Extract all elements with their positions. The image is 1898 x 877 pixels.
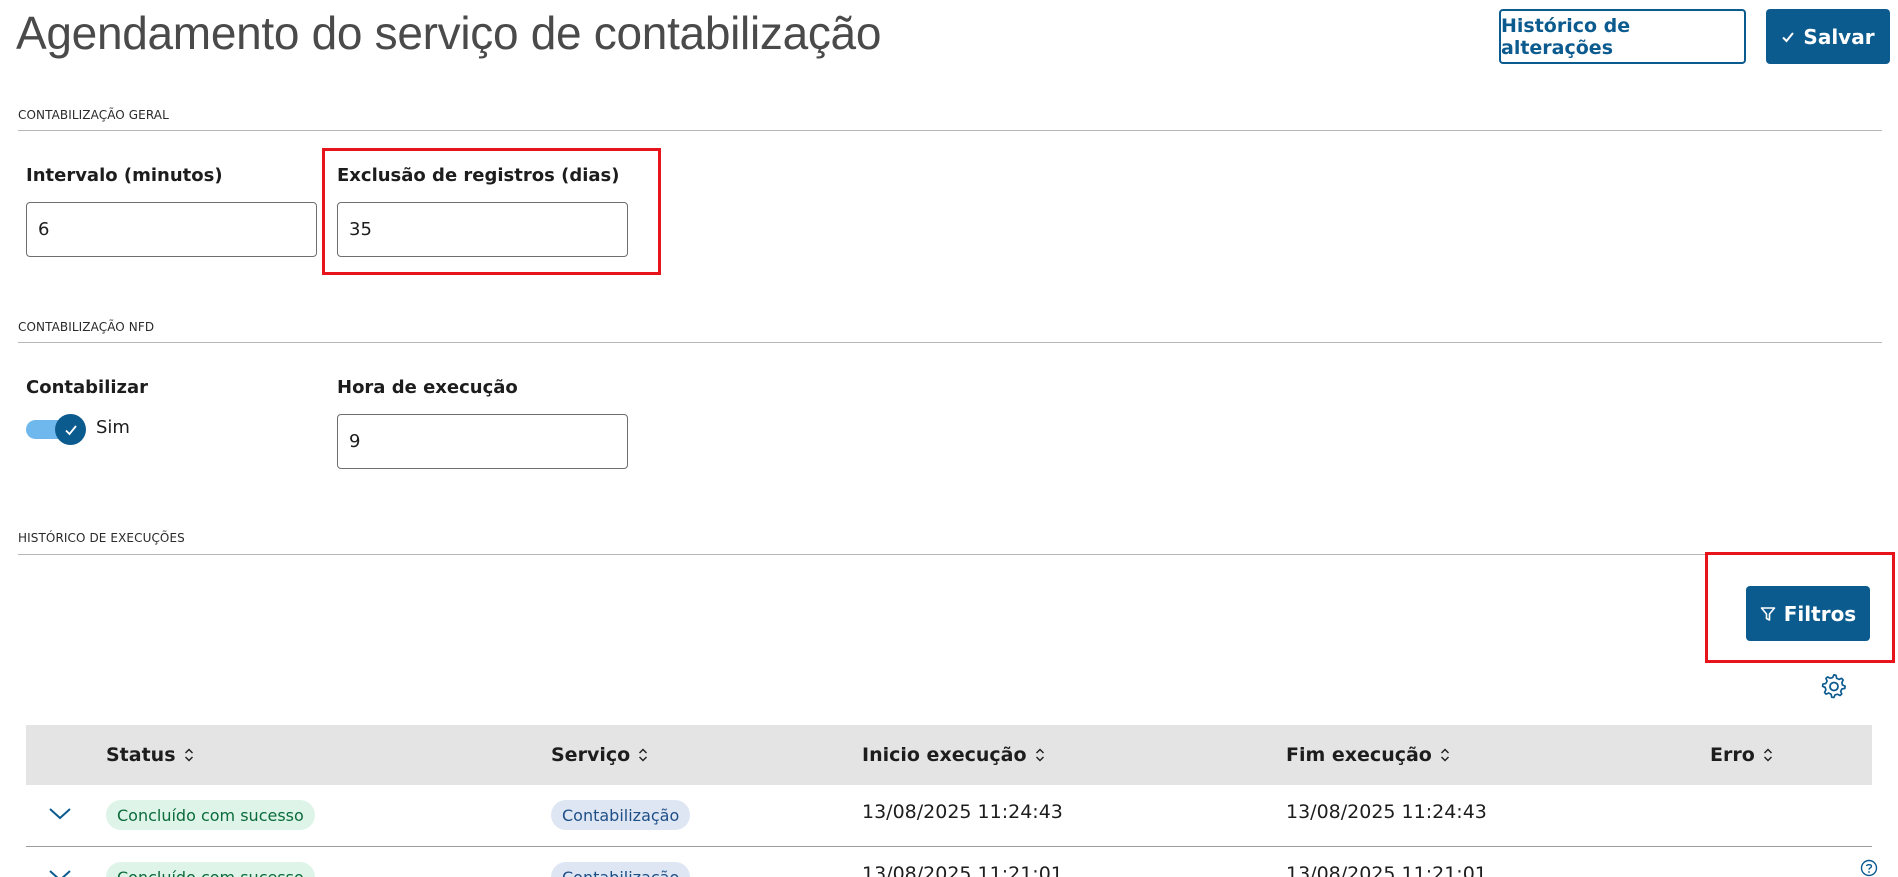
start-time-cell: 13/08/2025 11:21:01 (862, 863, 1063, 877)
table-row: Concluído com sucesso Contabilização 13/… (26, 847, 1872, 877)
column-header-label: Fim execução (1286, 744, 1432, 766)
section-divider (18, 554, 1882, 555)
section-title-historico: HISTÓRICO DE EXECUÇÕES (18, 531, 185, 545)
sort-icon (184, 748, 193, 762)
column-header-label: Inicio execução (862, 744, 1027, 766)
column-header-label: Erro (1710, 744, 1755, 766)
service-badge: Contabilização (551, 862, 691, 877)
section-divider (18, 342, 1882, 343)
toggle-label: Sim (96, 417, 130, 438)
contabilizar-toggle[interactable] (26, 414, 86, 445)
page-title: Agendamento do serviço de contabilização (16, 7, 882, 59)
end-time-cell: 13/08/2025 11:21:01 (1286, 863, 1487, 877)
section-divider (18, 130, 1882, 131)
table-header: Status Serviço Inicio execução Fim execu… (26, 725, 1872, 785)
exclusion-label: Exclusão de registros (dias) (337, 165, 620, 186)
end-time-cell: 13/08/2025 11:24:43 (1286, 801, 1487, 823)
help-icon[interactable] (1860, 859, 1878, 877)
section-title-nfd: CONTABILIZAÇÃO NFD (18, 320, 155, 334)
contabilizar-label: Contabilizar (26, 377, 149, 398)
column-header-label: Status (106, 744, 176, 766)
hora-input[interactable] (337, 414, 628, 469)
gear-icon[interactable] (1820, 672, 1848, 700)
sort-icon (1763, 748, 1772, 762)
section-title-geral: CONTABILIZAÇÃO GERAL (18, 108, 169, 122)
sort-icon (1035, 748, 1044, 762)
filter-button-label: Filtros (1783, 601, 1857, 626)
sort-icon (639, 748, 648, 762)
column-header-servico[interactable]: Serviço (551, 725, 648, 785)
filter-icon (1760, 606, 1776, 621)
table-row: Concluído com sucesso Contabilização 13/… (26, 785, 1872, 847)
status-badge: Concluído com sucesso (106, 800, 315, 830)
column-header-erro[interactable]: Erro (1710, 725, 1773, 785)
chevron-down-icon[interactable] (48, 869, 72, 877)
service-badge: Contabilização (551, 800, 691, 830)
column-header-label: Serviço (551, 744, 631, 766)
interval-input[interactable] (26, 202, 317, 257)
chevron-down-icon[interactable] (48, 807, 72, 821)
history-button[interactable]: Histórico de alterações (1499, 9, 1746, 64)
start-time-cell: 13/08/2025 11:24:43 (862, 801, 1063, 823)
hora-label: Hora de execução (337, 377, 518, 398)
check-icon (1782, 31, 1795, 42)
column-header-fim[interactable]: Fim execução (1286, 725, 1450, 785)
filter-button[interactable]: Filtros (1746, 586, 1870, 641)
column-header-status[interactable]: Status (106, 725, 194, 785)
column-header-inicio[interactable]: Inicio execução (862, 725, 1045, 785)
history-button-label: Histórico de alterações (1501, 14, 1631, 59)
check-icon (64, 424, 77, 435)
toggle-knob (55, 414, 86, 445)
sort-icon (1440, 748, 1449, 762)
status-badge: Concluído com sucesso (106, 862, 315, 877)
save-button-label: Salvar (1803, 24, 1875, 49)
exclusion-input[interactable] (337, 202, 628, 257)
interval-label: Intervalo (minutos) (26, 165, 223, 186)
save-button[interactable]: Salvar (1766, 9, 1890, 64)
